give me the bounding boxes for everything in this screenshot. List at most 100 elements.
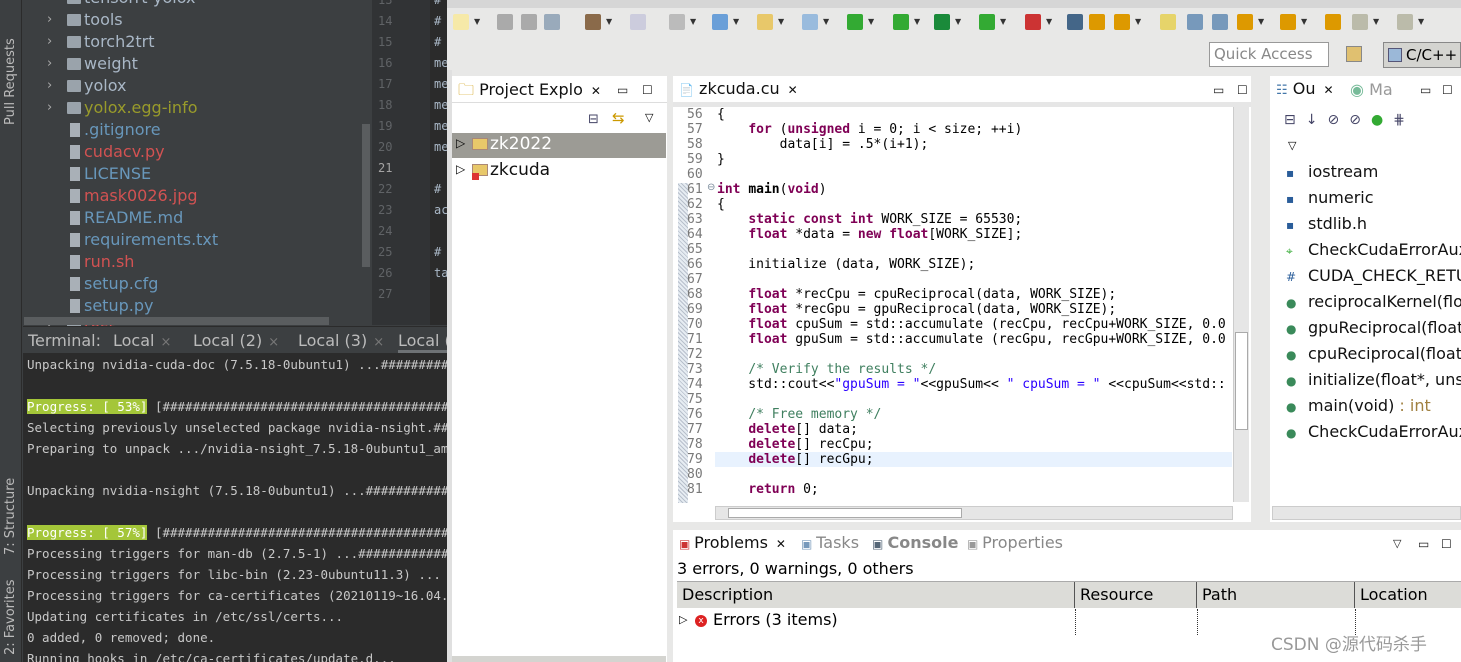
outline-item[interactable]: ● CheckCudaErrorAux (1286, 422, 1461, 441)
maximize-icon[interactable]: ☐ (1237, 83, 1248, 97)
maximize-icon[interactable]: ☐ (1441, 537, 1452, 551)
scroll-thumb[interactable] (728, 508, 962, 518)
binary-icon[interactable] (630, 14, 646, 30)
tree-item[interactable]: run.sh (23, 251, 363, 273)
tree-item[interactable]: › weight (23, 53, 363, 75)
dropdown-arrow-icon[interactable]: ▼ (733, 17, 739, 26)
tree-item[interactable]: › tools (23, 9, 363, 31)
tree-item[interactable]: cudacv.py (23, 141, 363, 163)
dropdown-arrow-icon[interactable]: ▼ (1258, 17, 1264, 26)
open-perspective-icon[interactable] (1346, 46, 1362, 62)
tree-item[interactable]: setup.py (23, 295, 363, 317)
tree-item[interactable]: README.md (23, 207, 363, 229)
outline-item[interactable]: ● main(void) : int (1286, 396, 1431, 415)
next-annotation-icon[interactable] (1237, 14, 1253, 30)
outline-item[interactable]: ⌖ CheckCudaErrorAux (1286, 240, 1461, 259)
dropdown-arrow-icon[interactable]: ▼ (1301, 17, 1307, 26)
editor-vscrollbar[interactable] (1233, 107, 1249, 502)
view-menu-icon[interactable]: ▽ (1288, 139, 1296, 152)
outline-item[interactable]: ▪ iostream (1286, 162, 1378, 181)
outline-item[interactable]: ▪ stdlib.h (1286, 214, 1367, 233)
dropdown-arrow-icon[interactable]: ▼ (1135, 17, 1141, 26)
last-edit-icon[interactable] (1325, 14, 1341, 30)
tab-outline[interactable]: ☷ Ou ✕ (1270, 76, 1345, 102)
outline-item[interactable]: ● reciprocalKernel(float (1286, 292, 1461, 311)
tree-item[interactable]: LICENSE (23, 163, 363, 185)
outline-item[interactable]: ▪ numeric (1286, 188, 1374, 207)
external-tools-icon[interactable] (1025, 14, 1041, 30)
build-icon[interactable] (585, 14, 601, 30)
terminal-output[interactable]: Unpacking nvidia-cuda-doc (7.5.18-0ubunt… (23, 353, 447, 662)
fold-icon[interactable]: ⊖ (707, 182, 715, 193)
open-element-icon[interactable] (1089, 14, 1105, 30)
hide-nonpublic-icon[interactable]: ● (1371, 112, 1393, 128)
link-editor-icon[interactable]: ⇆ (612, 109, 625, 127)
structure-tab[interactable]: 7: Structure (3, 478, 18, 555)
column-header[interactable]: Path (1197, 582, 1355, 608)
dropdown-arrow-icon[interactable]: ▼ (823, 17, 829, 26)
terminal-tab[interactable]: Local (2) × (193, 331, 279, 350)
close-icon[interactable]: × (373, 335, 384, 350)
chevron-right-icon[interactable]: › (47, 97, 52, 119)
print-icon[interactable] (544, 14, 560, 30)
column-header[interactable]: Description (677, 582, 1075, 608)
new-icon[interactable] (453, 14, 469, 30)
close-icon[interactable]: ✕ (776, 537, 786, 551)
terminal-tab[interactable]: Local (3) × (298, 331, 384, 350)
minimize-icon[interactable]: ▭ (1418, 537, 1429, 551)
dropdown-arrow-icon[interactable]: ▼ (1046, 17, 1052, 26)
tab-project-explorer[interactable]: 🗀 Project Explo ✕ (452, 76, 602, 102)
tab-make-target[interactable]: ◉ Ma (1350, 80, 1393, 99)
tree-item[interactable]: requirements.txt (23, 229, 363, 251)
refresh-icon[interactable] (847, 14, 863, 30)
outline-toolbar[interactable]: ⊟↓⊘⊘●⋕ (1284, 112, 1415, 128)
tab-properties[interactable]: ▣ Properties (961, 530, 1069, 556)
project-item-zk2022[interactable]: ▷ zk2022 (452, 133, 666, 158)
dropdown-arrow-icon[interactable]: ▼ (474, 17, 480, 26)
back-icon[interactable] (1352, 14, 1368, 30)
close-icon[interactable]: × (160, 335, 171, 350)
dropdown-arrow-icon[interactable]: ▼ (1000, 17, 1006, 26)
dropdown-arrow-icon[interactable]: ▼ (1373, 17, 1379, 26)
expand-icon[interactable]: ▷ (456, 162, 465, 176)
chevron-right-icon[interactable]: › (47, 31, 52, 53)
outline-item[interactable]: ● cpuReciprocal(float* (1286, 344, 1461, 363)
scroll-thumb[interactable] (1235, 332, 1248, 430)
editor-hscrollbar[interactable] (715, 506, 1233, 520)
search-icon[interactable] (1114, 14, 1130, 30)
tree-scrollbar[interactable] (362, 124, 370, 267)
tree-item[interactable]: › yolox (23, 75, 363, 97)
view-menu-icon[interactable]: ▽ (645, 111, 653, 124)
sort-icon[interactable]: ↓ (1306, 112, 1328, 128)
tree-item[interactable]: › yolox.egg-info (23, 97, 363, 119)
highlight-icon[interactable] (1160, 14, 1176, 30)
minimize-icon[interactable]: ▭ (1213, 83, 1224, 97)
debug-icon[interactable] (893, 14, 909, 30)
close-icon[interactable]: ✕ (788, 83, 798, 97)
dropdown-arrow-icon[interactable]: ▼ (868, 17, 874, 26)
forward-icon[interactable] (1397, 14, 1413, 30)
dropdown-arrow-icon[interactable]: ▼ (690, 17, 696, 26)
minimize-icon[interactable]: ▭ (617, 83, 628, 97)
column-header[interactable]: Location (1355, 582, 1461, 608)
terminal-tab[interactable]: Local (4) (398, 331, 447, 353)
tree-item[interactable]: .gitignore (23, 119, 363, 141)
hscrollbar[interactable] (452, 656, 666, 662)
code-area[interactable]: 56 {57 for (unsigned i = 0; i < size; ++i… (673, 107, 1233, 507)
tree-hscrollbar[interactable] (24, 317, 329, 325)
tab-console[interactable]: ▣ Console (866, 530, 965, 556)
tree-item[interactable]: › torch2trt (23, 31, 363, 53)
terminal-tab[interactable]: Local × (113, 331, 171, 350)
prev-annotation-icon[interactable] (1280, 14, 1296, 30)
close-icon[interactable]: ✕ (591, 84, 601, 98)
expand-icon[interactable]: ▷ (679, 613, 687, 626)
toggle-mark-icon[interactable] (1067, 14, 1083, 30)
outline-item[interactable]: ● initialize(float*, unsigned (1286, 370, 1461, 389)
save-icon[interactable] (497, 14, 513, 30)
dropdown-arrow-icon[interactable]: ▼ (1418, 17, 1424, 26)
show-whitespace-icon[interactable] (1212, 14, 1228, 30)
chevron-right-icon[interactable]: › (47, 53, 52, 75)
tree-item[interactable]: mask0026.jpg (23, 185, 363, 207)
dropdown-arrow-icon[interactable]: ▼ (914, 17, 920, 26)
tab-tasks[interactable]: ▣ Tasks (795, 530, 865, 556)
